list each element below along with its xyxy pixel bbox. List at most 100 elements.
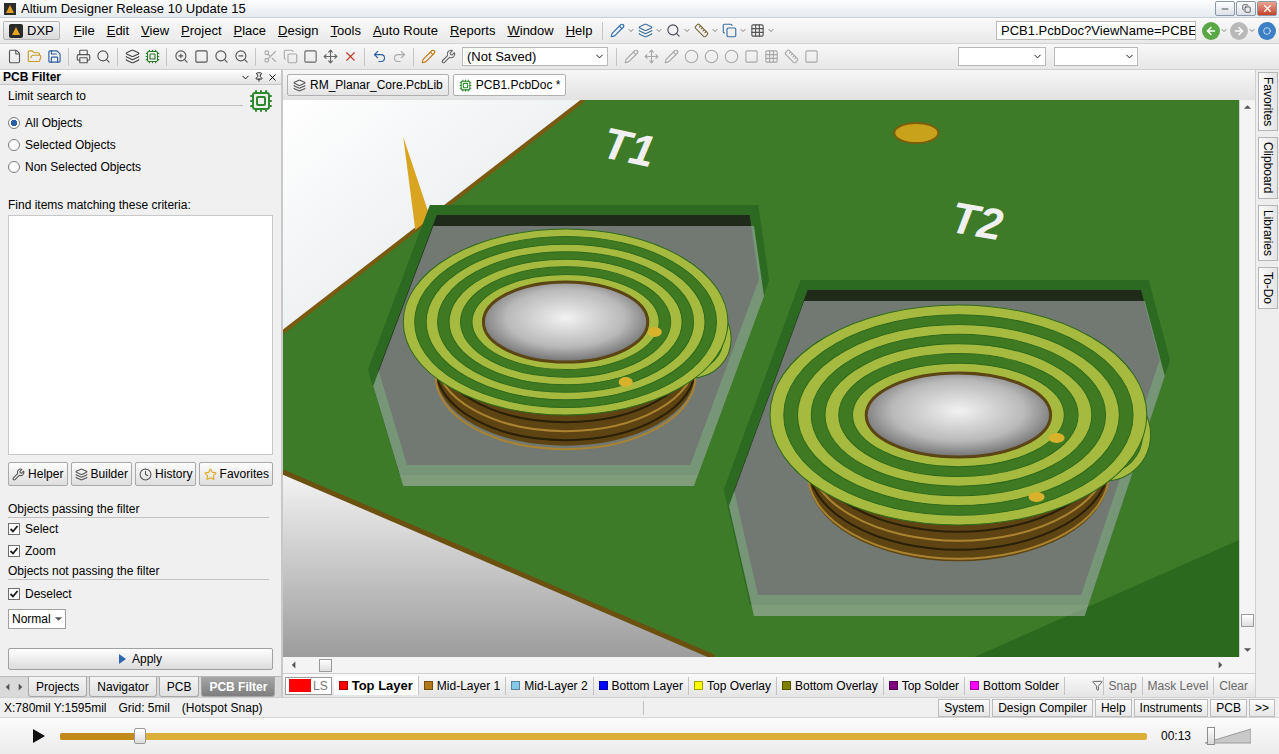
route-button[interactable] — [607, 21, 627, 41]
layer-tab[interactable]: Bottom Solder — [965, 677, 1065, 695]
redo-button[interactable] — [389, 47, 409, 67]
select-area-button[interactable] — [300, 47, 320, 67]
layer-action[interactable]: Mask Level — [1142, 677, 1214, 695]
component-button[interactable] — [801, 47, 821, 67]
zoom-area-button[interactable] — [191, 47, 211, 67]
status-button[interactable]: Help — [1095, 699, 1132, 717]
scroll-thumb[interactable] — [1241, 614, 1254, 627]
tabs-right-button[interactable] — [14, 677, 26, 697]
menu-item[interactable]: View — [135, 21, 175, 40]
scope-radio[interactable]: Selected Objects — [8, 134, 273, 156]
fill-button[interactable] — [741, 47, 761, 67]
layer-tab[interactable]: Top Layer — [334, 676, 419, 695]
diff-pair-button[interactable] — [661, 47, 681, 67]
interactive-route-button[interactable] — [621, 47, 641, 67]
tabs-left-button[interactable] — [2, 677, 14, 697]
more-button[interactable]: >> — [1249, 699, 1275, 717]
status-button[interactable]: PCB — [1210, 699, 1247, 717]
side-tab[interactable]: Libraries — [1258, 205, 1278, 261]
menu-item[interactable]: Reports — [444, 21, 502, 40]
pin-icon[interactable] — [254, 72, 264, 82]
new-file-button[interactable] — [4, 47, 24, 67]
zoom-selected-button[interactable] — [211, 47, 231, 67]
filter-tool-button[interactable]: Builder — [71, 462, 133, 486]
via-button[interactable] — [701, 47, 721, 67]
menu-item[interactable]: Tools — [325, 21, 367, 40]
pcb-3d-view[interactable]: T1T2 — [283, 100, 1239, 657]
vertical-scrollbar[interactable] — [1239, 100, 1255, 657]
apply-button[interactable]: Apply — [8, 648, 273, 670]
volume-slider[interactable] — [1205, 727, 1251, 745]
menu-item[interactable]: Design — [272, 21, 324, 40]
progress-thumb[interactable] — [134, 728, 146, 744]
measure-button[interactable] — [691, 21, 711, 41]
status-dropdown[interactable]: (Not Saved) — [462, 47, 608, 66]
filter-tool-button[interactable]: History — [135, 462, 196, 486]
document-tab[interactable]: PCB1.PcbDoc * — [453, 74, 567, 96]
transformer-t2[interactable] — [729, 285, 1165, 616]
layer-action[interactable]: Snap — [1103, 677, 1142, 695]
zoom-in-button[interactable] — [171, 47, 191, 67]
side-tab[interactable]: To-Do — [1258, 267, 1278, 309]
tools-button[interactable] — [438, 47, 458, 67]
current-layer[interactable]: LS — [285, 677, 332, 695]
volume-thumb[interactable] — [1207, 727, 1215, 745]
status-button[interactable]: System — [938, 699, 990, 717]
failing-checkbox[interactable]: Deselect — [8, 583, 273, 605]
criteria-input[interactable] — [8, 215, 273, 455]
progress-track[interactable] — [60, 733, 1147, 740]
polygon-button[interactable] — [761, 47, 781, 67]
edit-button[interactable] — [418, 47, 438, 67]
print-button[interactable] — [73, 47, 93, 67]
layer-tab[interactable]: Mid-Layer 1 — [419, 677, 506, 695]
dropdown-arrow[interactable] — [711, 26, 719, 35]
board-button[interactable] — [142, 47, 162, 67]
back-button[interactable] — [1202, 22, 1220, 40]
layer-action[interactable]: Clear — [1213, 677, 1253, 695]
restore-button[interactable] — [1236, 1, 1256, 16]
dropdown-arrow[interactable] — [1220, 26, 1228, 35]
fanout-button[interactable] — [641, 47, 661, 67]
dropdown-arrow[interactable] — [655, 26, 663, 35]
menu-item[interactable]: Project — [175, 21, 227, 40]
close-button[interactable] — [1257, 1, 1277, 16]
filter-tool-button[interactable]: Favorites — [199, 462, 273, 486]
filter-dropdown[interactable] — [958, 47, 1046, 66]
open-button[interactable] — [24, 47, 44, 67]
dropdown-arrow[interactable] — [767, 26, 775, 35]
room-button[interactable] — [719, 21, 739, 41]
panel-tab[interactable]: PCB — [159, 677, 200, 697]
side-tab[interactable]: Favorites — [1258, 72, 1278, 131]
close-icon[interactable] — [267, 72, 278, 83]
passing-checkbox[interactable]: Select — [8, 518, 273, 540]
grid-button[interactable] — [747, 21, 767, 41]
horizontal-scrollbar[interactable] — [283, 657, 1255, 673]
layer-tab[interactable]: Top Overlay — [689, 677, 777, 695]
play-icon[interactable] — [32, 728, 46, 744]
scope-radio[interactable]: All Objects — [8, 112, 273, 134]
panel-tab[interactable]: Navigator — [89, 677, 156, 697]
undo-button[interactable] — [369, 47, 389, 67]
mask-mode-select[interactable]: Normal — [8, 609, 66, 629]
save-button[interactable] — [44, 47, 64, 67]
address-dropdown[interactable]: PCB1.PcbDoc?ViewName=PCBE — [996, 21, 1196, 40]
document-tab[interactable]: RM_Planar_Core.PcbLib — [287, 74, 449, 96]
side-tab[interactable]: Clipboard — [1258, 137, 1278, 198]
zoom-out-button[interactable] — [231, 47, 251, 67]
find-button[interactable] — [663, 21, 683, 41]
pad-button[interactable] — [681, 47, 701, 67]
panel-tab[interactable]: PCB Filter — [201, 677, 275, 697]
layer-tab[interactable]: Mid-Layer 2 — [506, 677, 593, 695]
align-button[interactable] — [635, 21, 655, 41]
menu-item[interactable]: Window — [501, 21, 559, 40]
scroll-thumb[interactable] — [319, 659, 332, 672]
layer-tab[interactable]: Top Solder — [884, 677, 965, 695]
menu-item[interactable]: Auto Route — [367, 21, 444, 40]
dropdown-arrow[interactable] — [683, 26, 691, 35]
panel-tab[interactable]: Projects — [28, 677, 87, 697]
minimize-button[interactable] — [1215, 1, 1235, 16]
status-button[interactable]: Design Compiler — [992, 699, 1093, 717]
filter-tool-button[interactable]: Helper — [8, 462, 68, 486]
print-preview-button[interactable] — [93, 47, 113, 67]
forward-button[interactable] — [1230, 22, 1248, 40]
